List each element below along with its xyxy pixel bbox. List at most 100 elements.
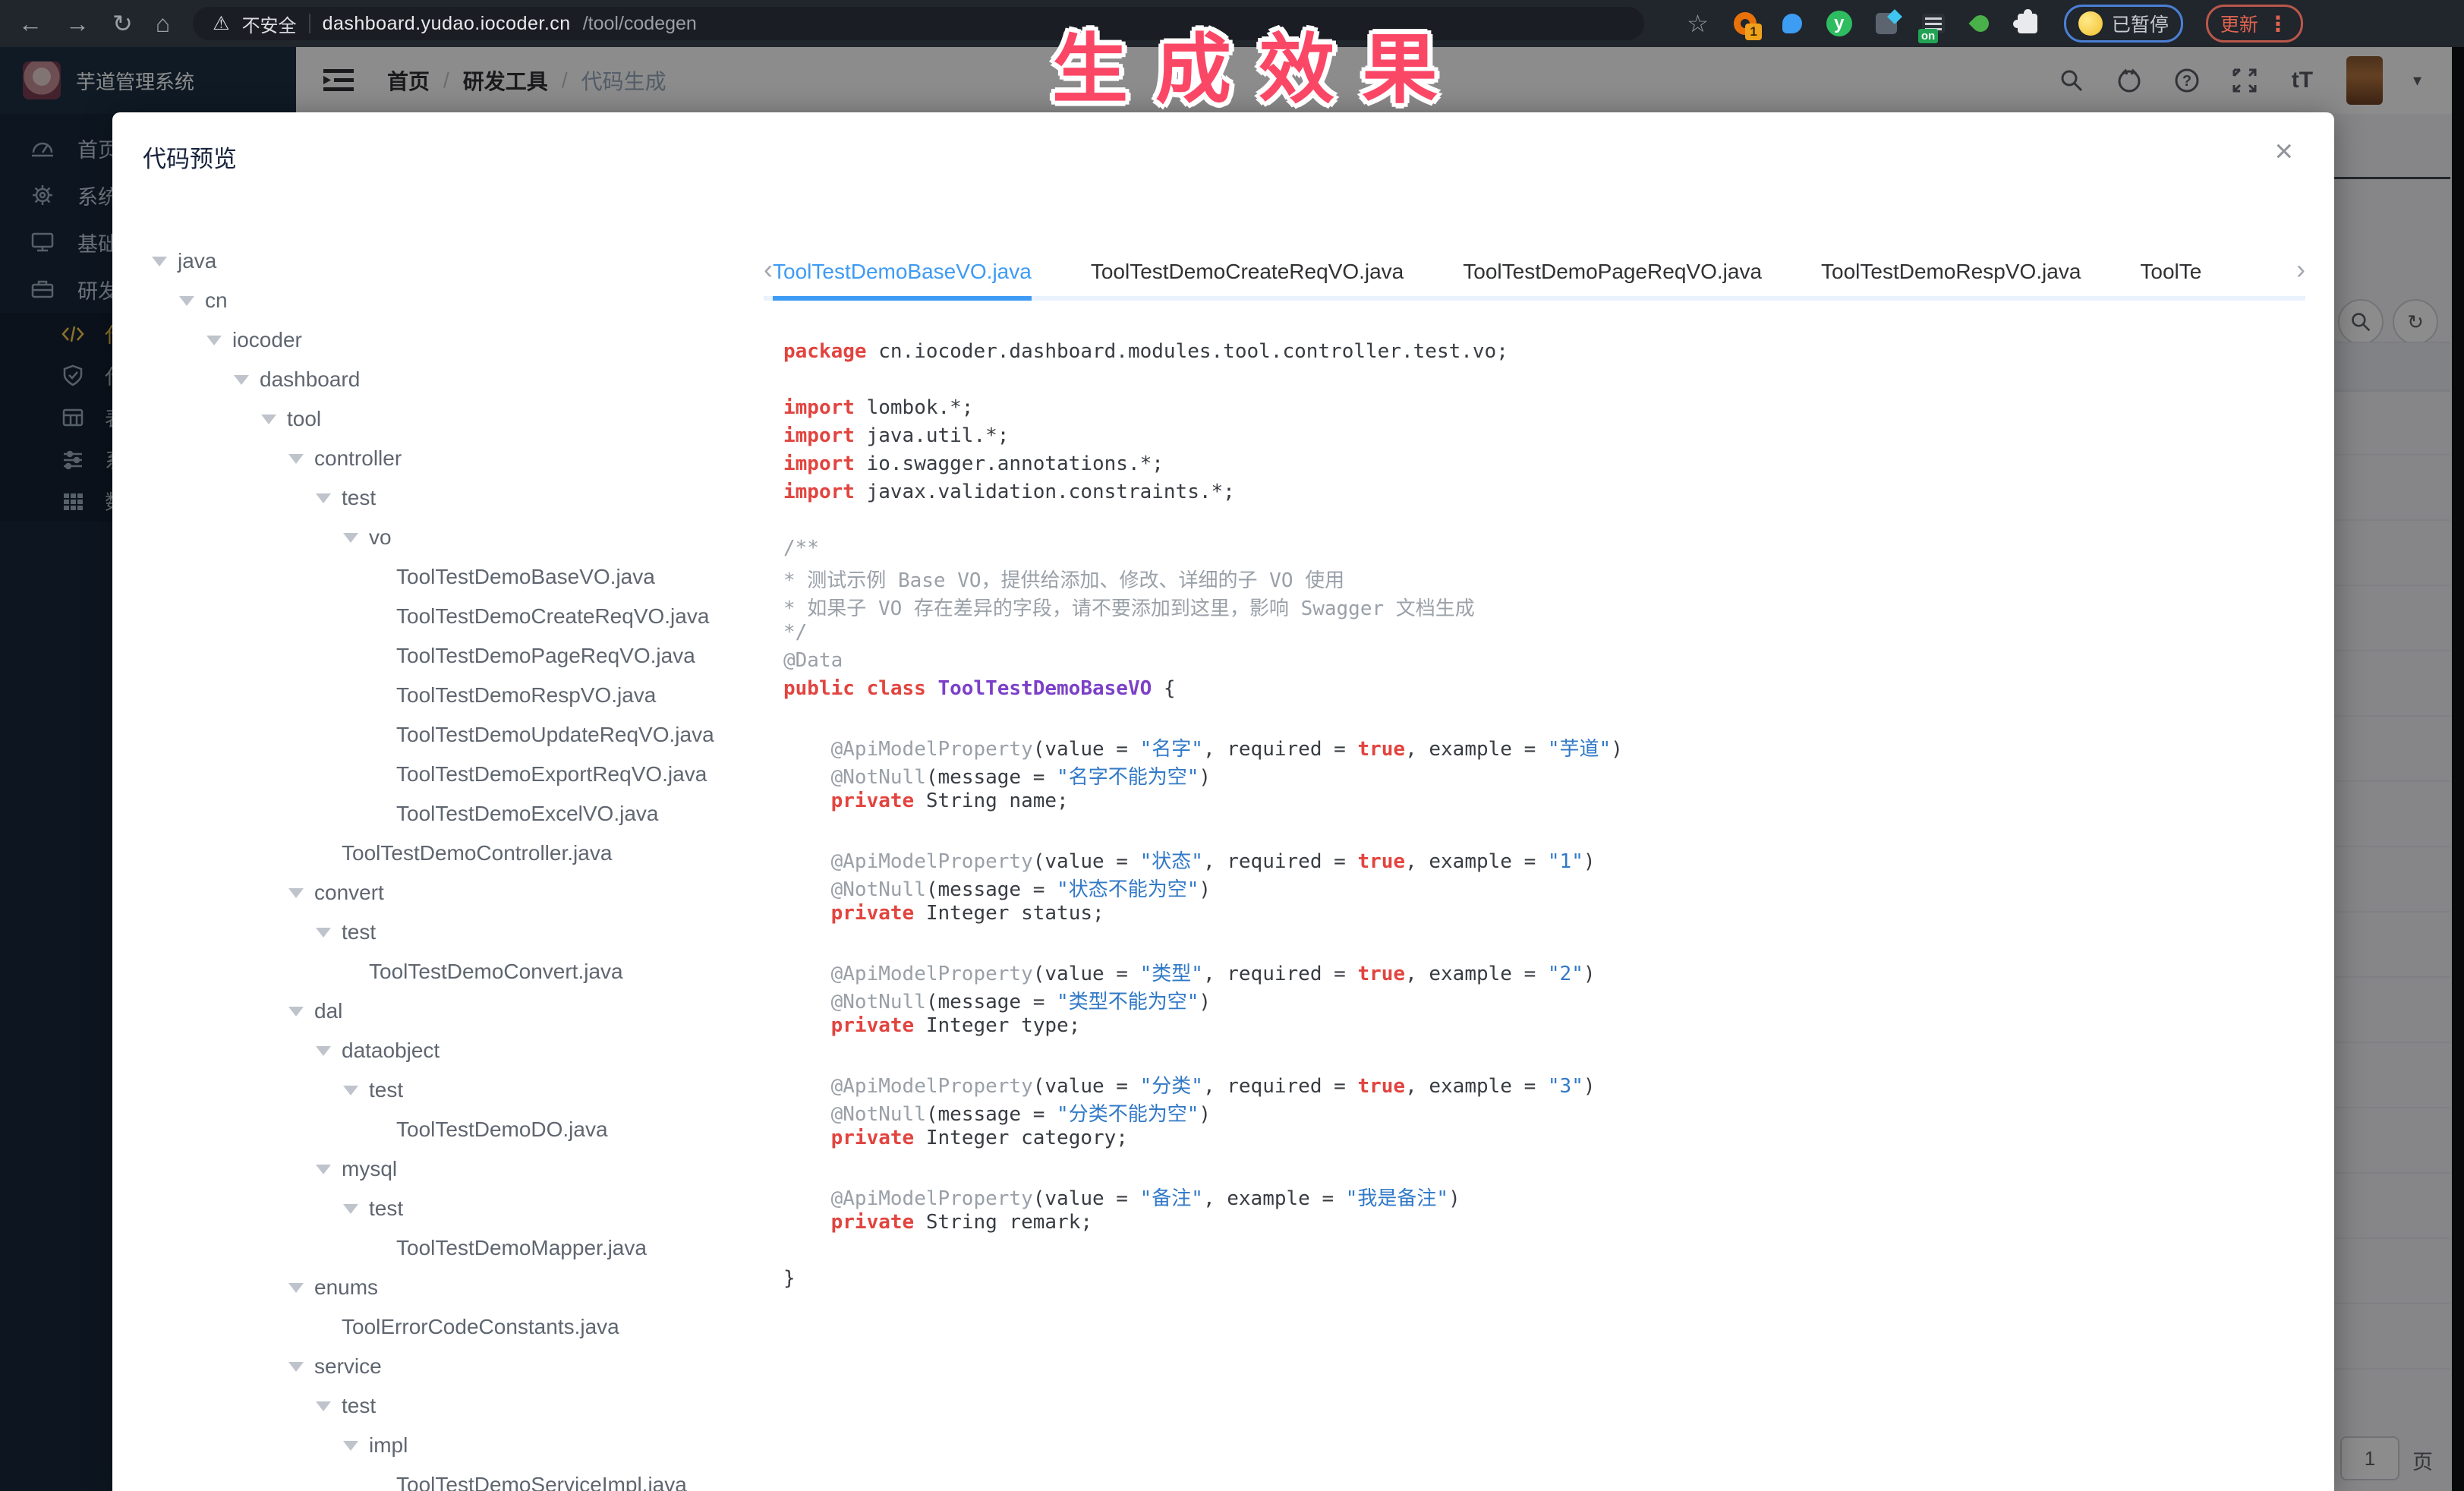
tree-file[interactable]: ToolTestDemoCreateReqVO.java <box>152 597 759 636</box>
tree-folder[interactable]: impl <box>152 1426 759 1465</box>
browser-menu-icon[interactable]: ⋮ <box>2267 11 2289 36</box>
code-line: */ <box>783 621 1623 649</box>
home-icon[interactable]: ⌂ <box>156 11 170 36</box>
tree-folder[interactable]: test <box>152 1189 759 1228</box>
tree-folder[interactable]: test <box>152 478 759 518</box>
tree-caret-icon[interactable] <box>288 1283 304 1293</box>
profile-paused-pill[interactable]: 已暂停 <box>2064 5 2183 43</box>
file-tab[interactable]: ToolTe <box>2140 260 2201 296</box>
tree-node-label: service <box>314 1354 382 1379</box>
tree-file[interactable]: ToolTestDemoRespVO.java <box>152 676 759 715</box>
on-badge: on <box>1918 29 1938 43</box>
url-host: dashboard.yudao.iocoder.cn <box>323 13 571 35</box>
tree-file[interactable]: ToolTestDemoUpdateReqVO.java <box>152 715 759 755</box>
tree-caret-icon[interactable] <box>234 375 249 385</box>
file-tab[interactable]: ToolTestDemoCreateReqVO.java <box>1091 260 1404 296</box>
tree-folder[interactable]: java <box>152 241 759 281</box>
extension-leaf-icon[interactable] <box>1967 10 1994 37</box>
tree-file[interactable]: ToolTestDemoController.java <box>152 834 759 873</box>
back-icon[interactable]: ← <box>18 11 43 36</box>
tree-folder[interactable]: cn <box>152 281 759 320</box>
tree-caret-icon[interactable] <box>206 336 222 345</box>
tree-file[interactable]: ToolTestDemoServiceImpl.java <box>152 1465 759 1491</box>
extension-green-y-icon[interactable]: y <box>1826 10 1853 37</box>
code-line <box>783 1155 1623 1183</box>
tree-file[interactable]: ToolErrorCodeConstants.java <box>152 1307 759 1347</box>
tree-node-label: ToolTestDemoBaseVO.java <box>396 565 655 589</box>
code-line: public class ToolTestDemoBaseVO { <box>783 677 1623 705</box>
code-line <box>783 509 1623 537</box>
tree-folder[interactable]: convert <box>152 873 759 913</box>
tree-folder[interactable]: test <box>152 1070 759 1110</box>
tree-file[interactable]: ToolTestDemoExcelVO.java <box>152 794 759 834</box>
close-icon[interactable]: × <box>2274 135 2293 167</box>
bookmark-star-icon[interactable]: ☆ <box>1687 9 1709 38</box>
tree-file[interactable]: ToolTestDemoDO.java <box>152 1110 759 1149</box>
forward-icon[interactable]: → <box>65 11 90 36</box>
tree-node-label: ToolTestDemoMapper.java <box>396 1236 647 1260</box>
extension-puzzle-icon[interactable] <box>2014 10 2041 37</box>
tabs-scroll-left-icon[interactable]: ‹ <box>764 254 773 296</box>
tree-folder[interactable]: iocoder <box>152 320 759 360</box>
code-line: } <box>783 1267 1623 1295</box>
code-line: import lombok.*; <box>783 396 1623 424</box>
extension-drop-icon[interactable] <box>1779 10 1806 37</box>
extension-orange-icon[interactable]: 1 <box>1731 10 1759 37</box>
tree-caret-icon[interactable] <box>316 1401 331 1411</box>
tree-folder[interactable]: service <box>152 1347 759 1386</box>
tree-file[interactable]: ToolTestDemoMapper.java <box>152 1228 759 1268</box>
extension-lines-icon[interactable]: on <box>1920 10 1947 37</box>
tree-caret-icon[interactable] <box>316 493 331 503</box>
tree-file[interactable]: ToolTestDemoConvert.java <box>152 952 759 991</box>
chrome-update-pill[interactable]: 更新 ⋮ <box>2206 5 2303 43</box>
tree-caret-icon[interactable] <box>343 1204 358 1214</box>
tree-node-label: test <box>369 1078 403 1102</box>
tree-folder[interactable]: test <box>152 1386 759 1426</box>
tree-caret-icon[interactable] <box>288 454 304 464</box>
annotation-text: 生成效果 <box>1052 8 1465 118</box>
tree-caret-icon[interactable] <box>316 928 331 938</box>
code-line: /** <box>783 537 1623 565</box>
tree-caret-icon[interactable] <box>152 257 167 266</box>
tree-caret-icon[interactable] <box>343 1086 358 1095</box>
code-line: @NotNull(message = "状态不能为空") <box>783 874 1623 902</box>
tree-node-label: ToolTestDemoServiceImpl.java <box>396 1473 687 1491</box>
extension-gem-icon[interactable] <box>1873 10 1900 37</box>
not-secure-label: 不安全 <box>242 11 297 37</box>
tree-node-label: java <box>178 249 216 273</box>
file-tab[interactable]: ToolTestDemoBaseVO.java <box>773 260 1032 301</box>
reload-icon[interactable]: ↻ <box>112 11 133 36</box>
tree-file[interactable]: ToolTestDemoExportReqVO.java <box>152 755 759 794</box>
tree-caret-icon[interactable] <box>343 533 358 543</box>
tree-folder[interactable]: dashboard <box>152 360 759 399</box>
tree-file[interactable]: ToolTestDemoBaseVO.java <box>152 557 759 597</box>
tree-caret-icon[interactable] <box>343 1441 358 1451</box>
tree-caret-icon[interactable] <box>288 1007 304 1017</box>
tree-caret-icon[interactable] <box>316 1046 331 1056</box>
tree-folder[interactable]: dal <box>152 991 759 1031</box>
code-line: * 如果子 VO 存在差异的字段，请不要添加到这里，影响 Swagger 文档生… <box>783 593 1623 621</box>
tree-folder[interactable]: enums <box>152 1268 759 1307</box>
tree-folder[interactable]: mysql <box>152 1149 759 1189</box>
tree-caret-icon[interactable] <box>179 296 194 306</box>
tree-folder[interactable]: tool <box>152 399 759 439</box>
tree-caret-icon[interactable] <box>288 1362 304 1372</box>
tree-file[interactable]: ToolTestDemoPageReqVO.java <box>152 636 759 676</box>
tree-folder[interactable]: dataobject <box>152 1031 759 1070</box>
code-line: private String remark; <box>783 1211 1623 1239</box>
tabs-scroll-right-icon[interactable]: › <box>2296 254 2305 296</box>
tree-caret-icon[interactable] <box>288 888 304 898</box>
tree-node-label: iocoder <box>232 328 302 352</box>
tree-caret-icon[interactable] <box>316 1165 331 1174</box>
file-tabs: ‹ToolTestDemoBaseVO.java ToolTestDemoCrea… <box>764 251 2305 301</box>
file-tab[interactable]: ToolTestDemoRespVO.java <box>1821 260 2081 296</box>
tree-caret-icon[interactable] <box>261 415 276 424</box>
tree-node-label: ToolTestDemoUpdateReqVO.java <box>396 723 714 747</box>
file-tab[interactable]: ToolTestDemoPageReqVO.java <box>1463 260 1762 296</box>
tree-node-label: impl <box>369 1433 408 1458</box>
code-line: package cn.iocoder.dashboard.modules.too… <box>783 340 1623 368</box>
tree-folder[interactable]: test <box>152 913 759 952</box>
tree-folder[interactable]: controller <box>152 439 759 478</box>
tree-folder[interactable]: vo <box>152 518 759 557</box>
tree-node-label: mysql <box>342 1157 397 1181</box>
